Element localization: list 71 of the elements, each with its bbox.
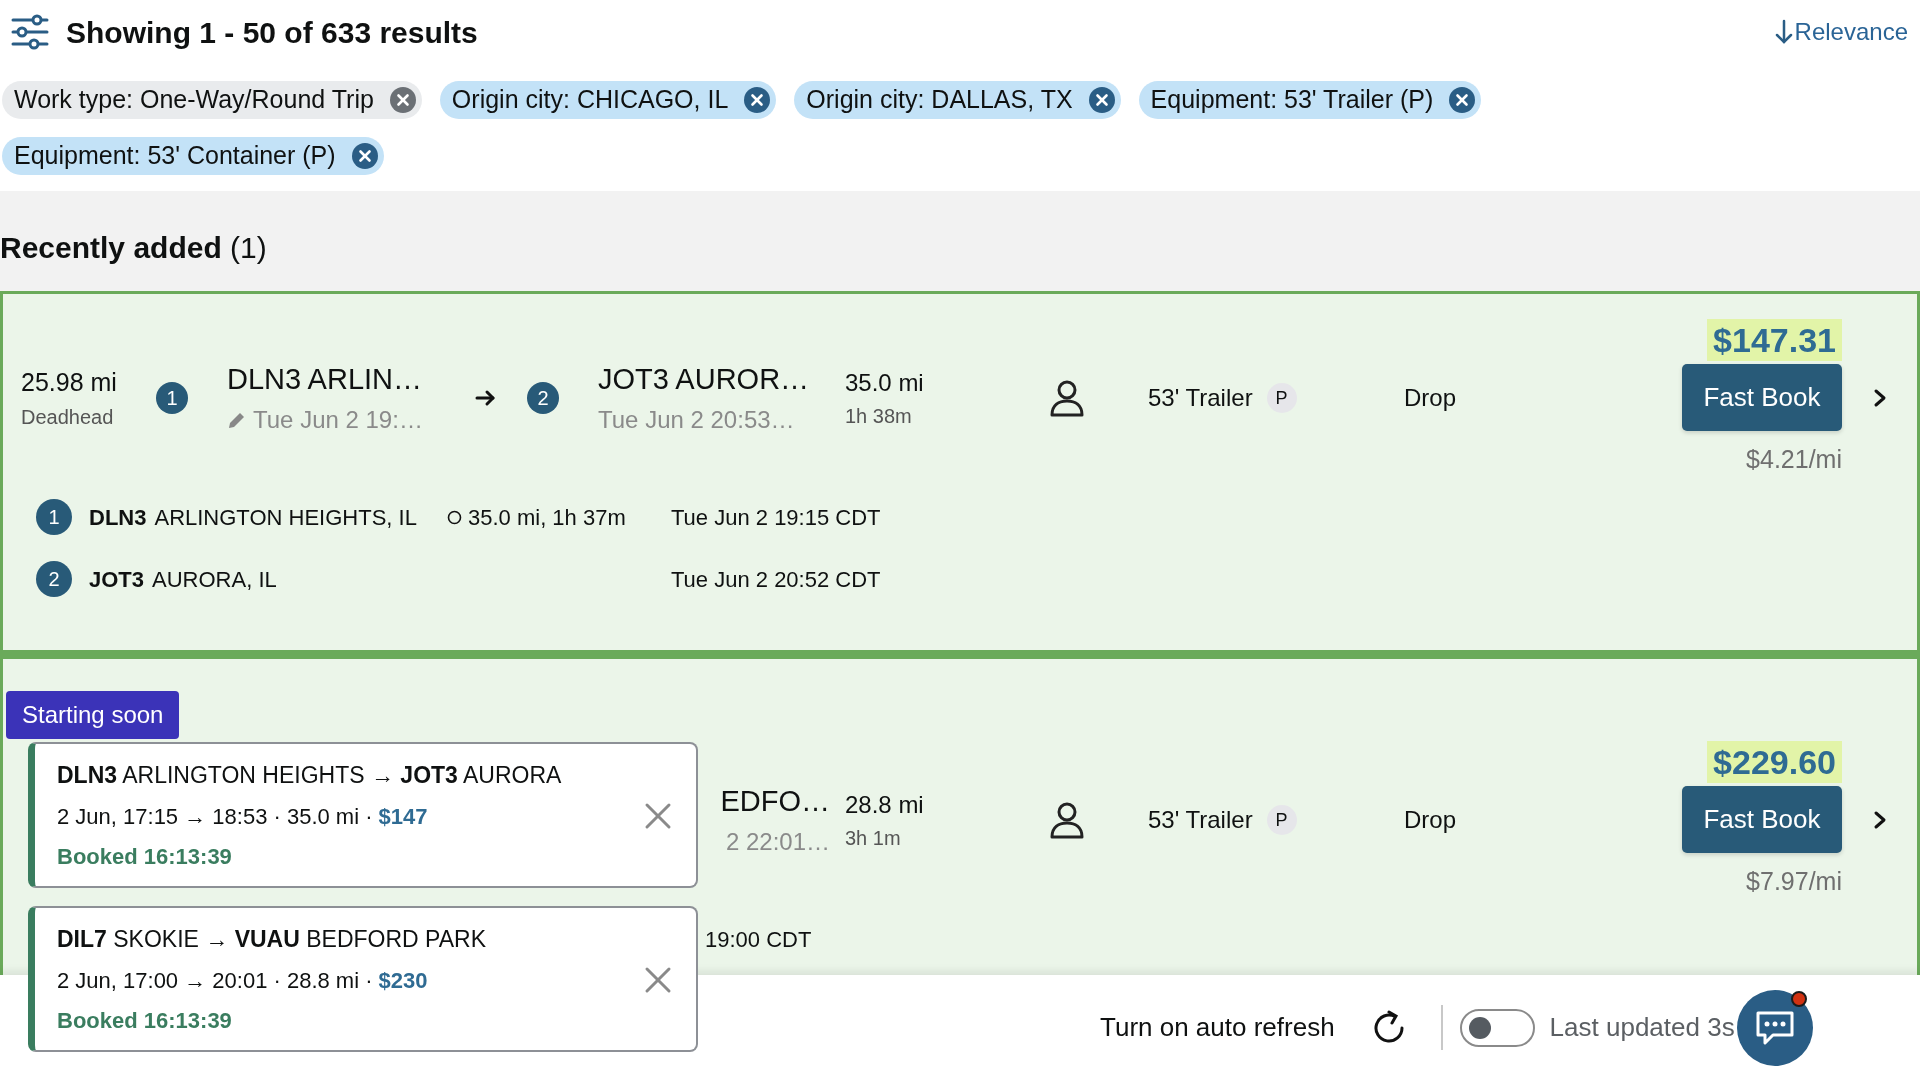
equipment-type: 53' Trailer [1148,383,1253,413]
close-icon[interactable] [644,802,672,830]
deadhead-label: Deadhead [21,404,115,430]
down-arrow-icon [1774,19,1793,45]
filter-icon[interactable] [10,12,50,52]
auto-refresh-label: Turn on auto refresh [1100,1011,1335,1044]
toast-status: Booked 16:13:39 [57,1006,233,1035]
stop-city: ARLINGTON HEIGHTS, IL [154,503,417,532]
rate-per-mile: $7.97/mi [1746,866,1842,897]
price: $229.60 [1707,741,1842,783]
toast-route: DLN3 ARLINGTON HEIGHTS → JOT3 AURORA [57,761,563,790]
stop-city: AURORA, IL [152,565,277,594]
leg-summary: 35.0 mi, 1h 37m [468,503,626,532]
remove-icon[interactable] [1088,87,1115,113]
deadhead-distance: 25.98 mi [21,367,118,399]
chevron-right-icon[interactable] [1872,388,1887,408]
service-type: Drop [1404,806,1457,833]
stop-time: Tue Jun 2 20:52 CDT [671,565,881,594]
equipment-badge: P [1266,805,1297,835]
close-icon[interactable] [644,966,672,994]
origin-time: Tue Jun 2 19:… [253,404,423,435]
destination-name: EDFO… [720,784,830,820]
stop-number: 2 [527,382,559,414]
chat-icon [1754,1009,1795,1046]
stop-time: 19:00 CDT [705,925,812,954]
filter-chip[interactable]: Work type: One-Way/Round Trip [2,81,422,119]
filter-chip[interactable]: Equipment: 53' Trailer (P) [1138,81,1482,119]
service-type: Drop [1404,384,1457,411]
section-heading: Recently added (1) [0,229,267,266]
stop-code: JOT3 [89,565,145,594]
toast-details: 2 Jun, 17:15 → 18:53 · 35.0 mi · [57,802,373,831]
last-updated-text: Last updated 3s [1549,1011,1735,1044]
destination-time: 2 22:01… [725,826,830,857]
sort-button[interactable]: Relevance [1774,14,1908,50]
status-badge: Starting soon [6,691,180,739]
fast-book-button[interactable]: Fast Book [1682,364,1842,431]
toast-price: $230 [378,966,428,995]
results-heading: Showing 1 - 50 of 633 results [66,14,478,51]
fast-book-button[interactable]: Fast Book [1682,786,1842,853]
ring-icon [447,509,462,525]
filter-chip[interactable]: Equipment: 53' Container (P) [2,137,384,175]
remove-icon[interactable] [744,87,771,113]
filter-chip[interactable]: Origin city: DALLAS, TX [794,81,1121,119]
rate-per-mile: $4.21/mi [1746,444,1842,475]
right-arrow-icon [475,389,497,407]
trip-duration: 1h 38m [845,404,913,429]
stop-number: 1 [156,382,188,414]
toast-details: 2 Jun, 17:00 → 20:01 · 28.8 mi · [57,966,373,995]
remove-icon[interactable] [351,143,378,169]
remove-icon[interactable] [389,87,416,113]
destination-time: Tue Jun 2 20:53… [598,404,795,435]
remove-icon[interactable] [1449,87,1476,113]
equipment-badge: P [1266,383,1297,413]
stop-number: 1 [36,499,72,535]
trip-distance: 35.0 mi [845,368,925,398]
price: $147.31 [1707,319,1842,361]
stop-number: 2 [36,561,72,597]
toast-route: DIL7 SKOKIE → VUAU BEDFORD PARK [57,925,487,954]
trip-duration: 3h 1m [845,826,902,851]
load-card[interactable] [0,291,1920,653]
toast-status: Booked 16:13:39 [57,842,233,871]
equipment-type: 53' Trailer [1148,805,1253,835]
stop-time: Tue Jun 2 19:15 CDT [671,503,881,532]
filter-chip[interactable]: Origin city: CHICAGO, IL [439,81,777,119]
toast-price: $147 [378,802,428,831]
destination-name: JOT3 AUROR… [598,362,810,398]
auto-refresh-toggle[interactable] [1459,1008,1535,1047]
stop-code: DLN3 [89,503,147,532]
origin-name: DLN3 ARLIN… [227,362,423,398]
trip-distance: 28.8 mi [845,790,925,820]
chevron-right-icon[interactable] [1872,810,1887,830]
